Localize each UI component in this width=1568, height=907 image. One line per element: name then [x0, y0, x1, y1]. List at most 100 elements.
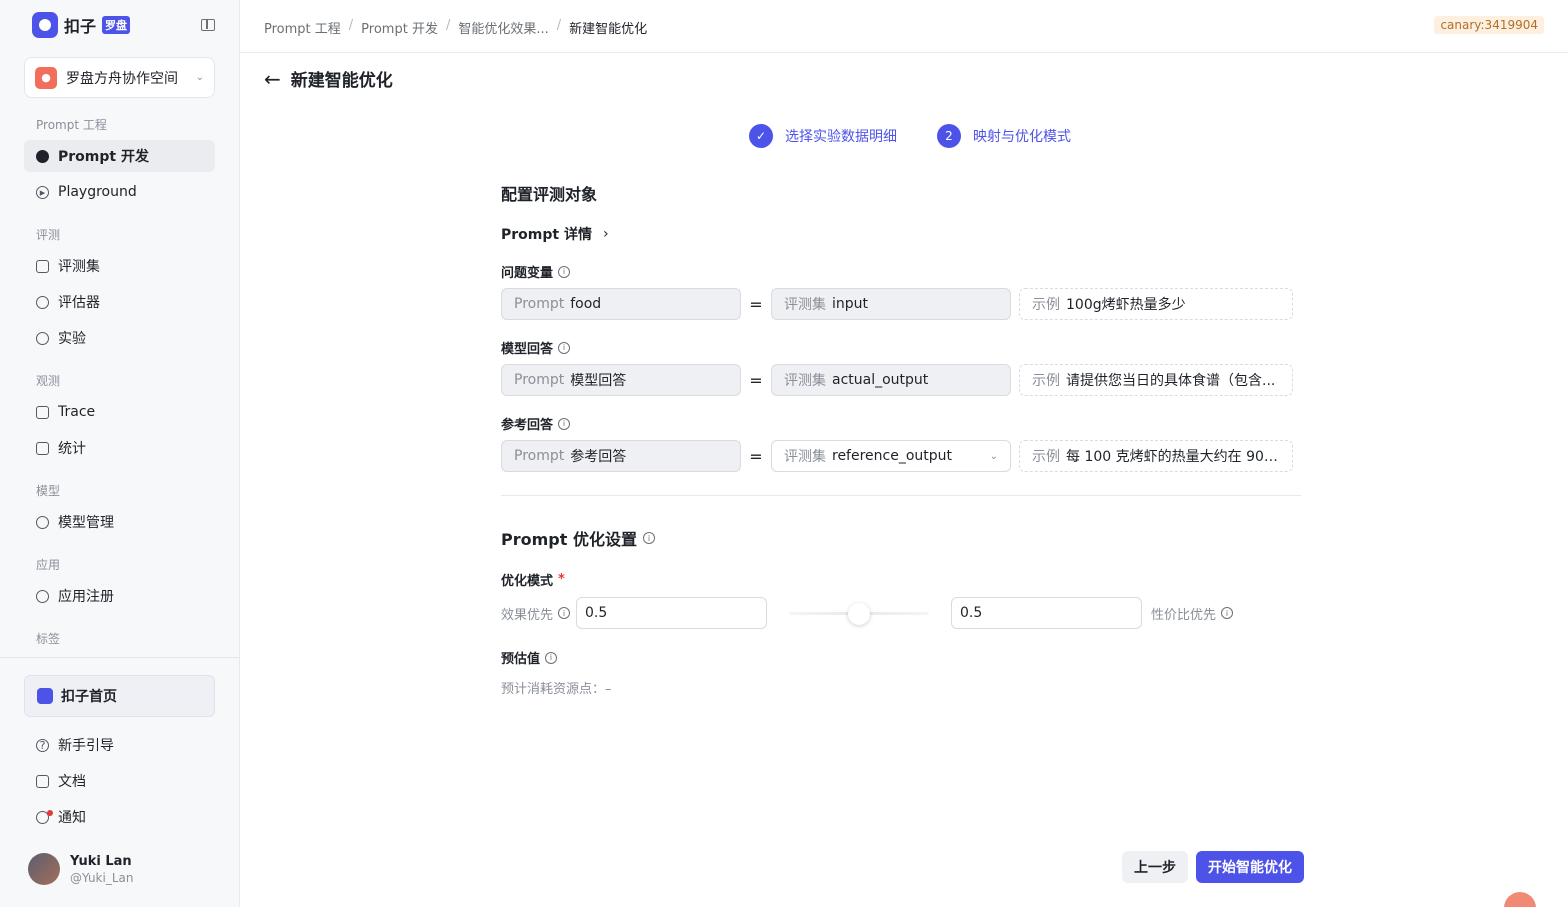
breadcrumb-item[interactable]: Prompt 工程 [264, 18, 341, 37]
sidebar-item-notify[interactable]: 通知 [24, 801, 215, 833]
field-prefix: 评测集 [784, 449, 826, 465]
database-icon [36, 259, 49, 273]
brand-badge: 罗盘 [102, 16, 131, 34]
mode-label: 优化模式 * [501, 570, 565, 589]
sidebar-item-app-register[interactable]: 应用注册 [24, 580, 215, 612]
back-arrow-icon[interactable]: ← [264, 67, 281, 91]
info-icon[interactable]: i [558, 417, 571, 430]
sidebar-item-experiment[interactable]: 实验 [24, 322, 215, 354]
sidebar-item-stats[interactable]: 统计 [24, 432, 215, 464]
assistant-avatar-icon[interactable] [1504, 892, 1536, 907]
mapping-row-model-answer: Prompt 模型回答 = 评测集 actual_output 示例 请提供您当… [501, 364, 1293, 396]
example-field: 示例 100g烤虾热量多少 [1019, 288, 1293, 320]
mode-row: 效果优先 i 0.5 0.5 性价比优先 i [501, 597, 1234, 629]
sidebar-item-label: 评测集 [58, 259, 100, 275]
config-section-title: 配置评测对象 [501, 185, 598, 204]
breadcrumb-current: 新建智能优化 [569, 22, 648, 37]
nav-group-model: 模型 [36, 484, 61, 498]
prev-step-button[interactable]: 上一步 [1122, 851, 1188, 883]
question-icon: ? [36, 738, 49, 752]
chevron-right-icon: › [602, 226, 609, 242]
field-prefix: 评测集 [784, 373, 826, 389]
workspace-name: 罗盘方舟协作空间 [66, 70, 178, 87]
slider-handle[interactable] [848, 603, 871, 625]
play-circle-icon: ▸ [36, 185, 49, 199]
nav-group-observe: 观测 [36, 374, 61, 388]
info-icon[interactable]: i [642, 532, 655, 544]
info-icon[interactable]: i [558, 341, 571, 354]
sidebar-item-label: 新手引导 [58, 738, 114, 754]
chevron-down-icon: ⌄ [195, 72, 204, 83]
sidebar-item-evaluator[interactable]: 评估器 [24, 286, 215, 318]
sidebar-item-guide[interactable]: ? 新手引导 [24, 729, 215, 761]
nav-group-prompt: Prompt 工程 [36, 118, 107, 132]
team-icon: ● [35, 66, 57, 89]
page-header: ← 新建智能优化 [264, 66, 393, 92]
field-value: 参考回答 [570, 449, 627, 465]
estimate-label: 预估值 i [501, 648, 558, 667]
trace-icon [36, 405, 49, 419]
coze-home-label: 扣子首页 [61, 689, 117, 705]
row-label: 问题变量 [501, 266, 554, 281]
start-optimize-button[interactable]: 开始智能优化 [1196, 851, 1304, 883]
field-value: 模型回答 [570, 373, 627, 389]
example-field: 示例 每 100 克烤虾的热量大约在 90 ... [1019, 440, 1293, 472]
info-icon[interactable]: i [545, 651, 558, 664]
prompt-var-field: Prompt 参考回答 [501, 440, 741, 472]
mapping-row-question: Prompt food = 评测集 input 示例 100g烤虾热量多少 [501, 288, 1293, 320]
sidebar-item-trace[interactable]: Trace [24, 396, 215, 428]
breadcrumb-item[interactable]: 智能优化效果... [458, 18, 548, 37]
field-value: 100g烤虾热量多少 [1066, 297, 1186, 313]
sidebar-collapse-icon[interactable] [201, 19, 215, 31]
sidebar-item-eval-set[interactable]: 评测集 [24, 250, 215, 282]
row-label: 模型回答 [501, 342, 554, 357]
breadcrumb-item[interactable]: Prompt 开发 [361, 18, 438, 37]
mode-label-text: 优化模式 [501, 574, 554, 589]
cube-icon [36, 515, 49, 529]
field-value: 每 100 克烤虾的热量大约在 90 ... [1066, 449, 1280, 465]
equals-sign: = [749, 370, 763, 390]
sidebar-item-label: 文档 [58, 774, 86, 790]
sidebar-item-label: Prompt 开发 [58, 149, 149, 165]
info-icon[interactable]: i [1221, 607, 1234, 619]
sidebar-item-model-manage[interactable]: 模型管理 [24, 506, 215, 538]
info-icon[interactable]: i [558, 607, 571, 619]
breadcrumb-separator: / [445, 18, 451, 33]
step-2-number: 2 [937, 124, 961, 148]
model-answer-label: 模型回答 i [501, 338, 571, 357]
row-label: 参考回答 [501, 418, 554, 433]
brand-name: 扣子 [64, 17, 97, 36]
equals-sign: = [749, 446, 763, 466]
chevron-down-icon: ⌄ [989, 450, 998, 462]
coze-home-link[interactable]: 扣子首页 [24, 675, 215, 717]
sidebar-item-label: 实验 [58, 331, 86, 347]
coze-home-icon [37, 688, 53, 704]
field-prefix: Prompt [514, 448, 565, 464]
mode-slider[interactable] [789, 597, 930, 629]
cost-weight-input[interactable]: 0.5 [951, 597, 1143, 629]
field-value: food [570, 296, 602, 312]
question-var-label: 问题变量 i [501, 262, 571, 281]
optimize-section-title: Prompt 优化设置 i [501, 526, 655, 550]
brand-logo[interactable]: 扣子 罗盘 [32, 12, 131, 38]
field-prefix: 评测集 [784, 297, 826, 313]
step-1-label[interactable]: 选择实验数据明细 [785, 126, 897, 146]
effect-priority-text: 效果优先 [501, 607, 554, 623]
workspace-selector[interactable]: ● 罗盘方舟协作空间 ⌄ [24, 57, 215, 98]
sidebar-item-docs[interactable]: 文档 [24, 765, 215, 797]
section-divider [501, 495, 1301, 496]
prompt-var-field: Prompt 模型回答 [501, 364, 741, 396]
user-profile[interactable]: Yuki Lan @Yuki_Lan [28, 853, 134, 885]
effect-weight-input[interactable]: 0.5 [576, 597, 768, 629]
nav-group-tag: 标签 [36, 632, 61, 646]
sidebar-item-label: Trace [58, 404, 96, 420]
user-handle: @Yuki_Lan [70, 870, 134, 885]
prompt-detail-link[interactable]: Prompt 详情 › [501, 224, 609, 244]
coze-logo-icon [32, 12, 58, 38]
box-icon [36, 589, 49, 603]
check-icon: ✓ [749, 124, 773, 148]
info-icon[interactable]: i [558, 265, 571, 278]
sidebar-item-playground[interactable]: ▸ Playground [24, 176, 215, 208]
sidebar-item-prompt-dev[interactable]: Prompt 开发 [24, 140, 215, 172]
eval-set-select[interactable]: 评测集 reference_output ⌄ [771, 440, 1011, 472]
